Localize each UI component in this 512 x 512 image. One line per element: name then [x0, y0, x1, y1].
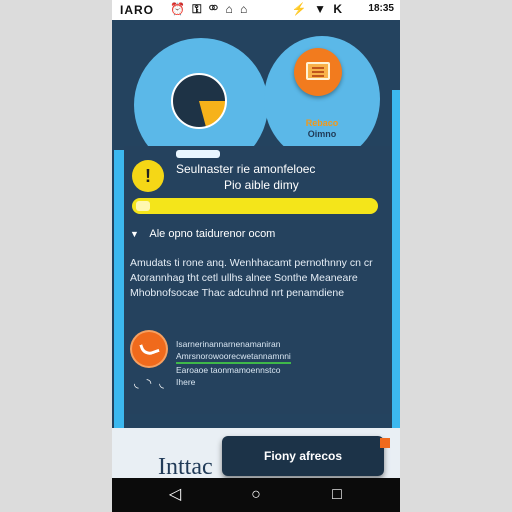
recents-square-icon[interactable]: □ — [328, 486, 346, 504]
caret-down-icon: ▼ — [130, 229, 139, 239]
toast-button[interactable]: Fiony afrecos — [222, 436, 384, 476]
brand-wordmark: Inttac — [158, 454, 213, 480]
hint-pill — [176, 150, 220, 158]
progress-knob[interactable] — [136, 201, 150, 211]
body-line: Mhobnofsocae Thac adcuhnd nrt penamdiene — [130, 287, 345, 299]
section-label: Ale opno taidurenor ocom — [149, 228, 276, 240]
system-nav-bar: ◁ ○ □ — [112, 478, 400, 512]
list-item-highlighted[interactable]: Amrsnorowoorecwetannamnni — [176, 350, 291, 364]
app-name-line1: Rebaco — [305, 118, 339, 128]
card-title-line1: Seulnaster rie amonfeloec — [176, 162, 316, 176]
home-circle-icon[interactable]: ○ — [247, 486, 265, 504]
detail-list: Isarnerinannarnenamaniran Amrsnorowoorec… — [176, 338, 386, 388]
link-dots-icon[interactable]: ◟◝◟ — [134, 376, 172, 390]
section-toggle[interactable]: ▼ Ale opno taidurenor ocom — [130, 228, 380, 240]
list-item: Earoaoe taonmamoennstco — [176, 365, 281, 375]
list-item: Isarnerinannarnenamaniran — [176, 339, 281, 349]
app-screen: Rebaco Oimno ! Seulnaster rie amonfeloec… — [112, 20, 400, 498]
card-title-line2: Pio aible dimy — [224, 178, 299, 192]
app-name: Rebaco Oimno — [264, 118, 380, 140]
app-badge[interactable] — [294, 48, 342, 96]
status-bar-signal-icons: ⚡ ▼ K — [291, 2, 344, 16]
edge-accent-left — [114, 150, 124, 450]
back-triangle-icon[interactable]: ◁ — [166, 486, 184, 504]
status-bar-app-icons: ⏰ ⚿ ⚭ ⌂ ⌂ — [170, 2, 250, 16]
app-name-line2: Oimno — [307, 129, 337, 139]
body-line: Atorannhag tht cetl ullhs alnee Sonthe M… — [130, 272, 358, 284]
status-bar: IARO ⏰ ⚿ ⚭ ⌂ ⌂ ⚡ ▼ K 18:35 — [112, 0, 400, 20]
edge-accent-right — [392, 90, 400, 470]
pie-chart-icon — [171, 73, 227, 129]
document-icon — [306, 62, 330, 80]
phone-frame: IARO ⏰ ⚿ ⚭ ⌂ ⌂ ⚡ ▼ K 18:35 Rebaco Oimno — [112, 0, 400, 512]
progress-bar[interactable] — [132, 198, 378, 214]
status-time: 18:35 — [368, 3, 394, 14]
toast-accent — [380, 438, 390, 448]
status-bar-label: IARO — [120, 3, 154, 17]
warning-icon: ! — [132, 160, 164, 192]
phone-alert-icon[interactable] — [132, 332, 166, 366]
body-line: Amudats ti rone anq. Wenhhacamt pernothn… — [130, 257, 373, 269]
list-item: Ihere — [176, 377, 196, 387]
card-body: Amudats ti rone anq. Wenhhacamt pernothn… — [130, 256, 382, 301]
hero-app-circle[interactable]: Rebaco Oimno — [264, 36, 380, 162]
